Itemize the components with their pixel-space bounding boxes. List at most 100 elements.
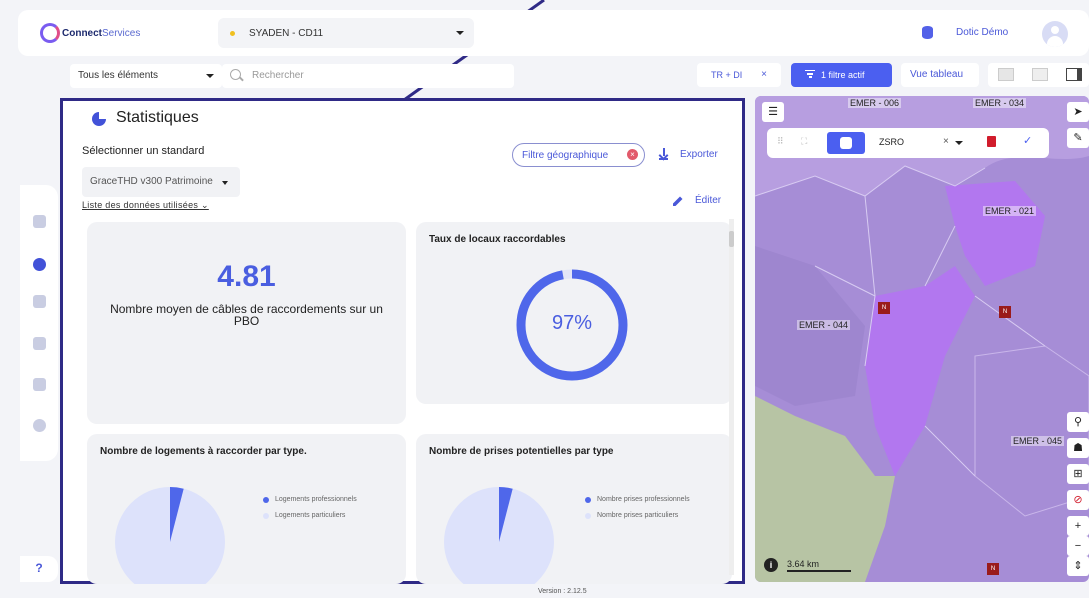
view-toggle[interactable]: [988, 63, 1089, 87]
list-icon[interactable]: ☰: [762, 102, 784, 122]
site-select[interactable]: SYADEN - CD11: [218, 18, 474, 48]
map-draw-toolbar: ⠿ ⛶ ZSRO × ✓: [767, 128, 1049, 158]
pen-icon[interactable]: ✎: [1067, 128, 1089, 148]
logo-text-light: Services: [102, 27, 141, 39]
polygon-tool-button[interactable]: [827, 132, 865, 154]
database-icon: [922, 26, 933, 39]
avatar[interactable]: [1042, 21, 1068, 47]
help-button[interactable]: ?: [20, 556, 58, 582]
search-input[interactable]: Rechercher: [222, 64, 514, 88]
legend-label: Nombre prises particuliers: [597, 512, 679, 519]
map-view[interactable]: EMER - 006 EMER - 034 EMER - 021 EMER - …: [755, 96, 1089, 582]
plugs-pie-chart: [444, 487, 554, 584]
map-zone-label: EMER - 021: [983, 206, 1037, 216]
search-placeholder: Rechercher: [252, 70, 304, 81]
filter-button-label: 1 filtre actif: [821, 70, 865, 80]
site-name: SYADEN - CD11: [249, 27, 324, 39]
legend-item: Nombre prises professionnels: [585, 496, 690, 503]
expand-icon[interactable]: ⛶: [801, 136, 807, 147]
table-view-button[interactable]: Vue tableau: [901, 63, 979, 87]
connectable-rate-card: Taux de locaux raccordables 97%: [416, 222, 732, 404]
chevron-down-icon: [206, 74, 214, 78]
housing-pie-chart: [115, 487, 225, 584]
statistics-panel: Statistiques Sélectionner un standard Gr…: [60, 98, 745, 584]
standard-select[interactable]: GraceTHD v300 Patrimoine: [82, 167, 240, 197]
zoom-in-icon[interactable]: +: [1067, 516, 1089, 536]
avg-cables-card: 4.81 Nombre moyen de câbles de raccordem…: [87, 222, 406, 424]
export-button[interactable]: Exporter: [680, 149, 718, 160]
layer-select-value[interactable]: ZSRO: [879, 137, 904, 147]
close-icon[interactable]: ×: [943, 136, 949, 147]
geo-filter-label: Filtre géographique: [522, 150, 609, 161]
chevron-down-icon: [456, 31, 464, 35]
avg-cables-value: 4.81: [217, 260, 276, 293]
legend-item: Nombre prises particuliers: [585, 512, 678, 519]
pencil-icon[interactable]: [672, 195, 684, 207]
scrollbar-thumb[interactable]: [729, 231, 734, 247]
drag-handle-icon[interactable]: ⠿: [777, 136, 784, 147]
person-icon[interactable]: ☗: [1067, 438, 1089, 458]
legend-label: Nombre prises professionnels: [597, 496, 690, 503]
visibility-off-icon[interactable]: ⊘: [1067, 490, 1089, 510]
layers-icon[interactable]: [33, 215, 46, 228]
filter-icon: [805, 70, 815, 79]
map-zone-label: EMER - 044: [797, 320, 851, 330]
legend-label: Logements particuliers: [275, 512, 346, 519]
data-list-link[interactable]: Liste des données utilisées ⌄: [82, 200, 209, 211]
node-marker[interactable]: N: [999, 306, 1011, 318]
app-version: Version : 2.12.5: [538, 588, 587, 595]
search-icon: [230, 69, 241, 80]
map-canvas[interactable]: [755, 96, 1089, 582]
magic-icon[interactable]: [33, 337, 46, 350]
logo-icon: [40, 23, 60, 43]
close-icon[interactable]: ×: [761, 69, 767, 80]
network-icon[interactable]: [33, 295, 46, 308]
trash-icon[interactable]: [987, 136, 996, 147]
check-icon[interactable]: ✓: [1023, 134, 1032, 147]
view-map-icon[interactable]: [1066, 68, 1082, 81]
legend-item: Logements particuliers: [263, 512, 345, 519]
housing-type-card: Nombre de logements à raccorder par type…: [87, 434, 406, 584]
ruler-icon[interactable]: ⚲: [1067, 412, 1089, 432]
stats-pie-icon[interactable]: [33, 258, 46, 271]
zoom-out-icon[interactable]: −: [1067, 536, 1089, 556]
view-split-icon[interactable]: [1032, 68, 1048, 81]
gear-icon[interactable]: [33, 419, 46, 432]
view-full-icon[interactable]: [998, 68, 1014, 81]
map-layers-icon[interactable]: ⊞: [1067, 464, 1089, 484]
app-logo[interactable]: Connect Services: [40, 23, 140, 43]
compass-icon[interactable]: ⇕: [1067, 556, 1089, 576]
elements-select-value: Tous les éléments: [78, 70, 159, 81]
left-rail: [20, 185, 58, 461]
filter-button[interactable]: 1 filtre actif: [791, 63, 892, 87]
map-zone-label: EMER - 045: [1011, 436, 1065, 446]
scrollbar-track[interactable]: [729, 219, 734, 575]
download-icon[interactable]: [659, 148, 668, 160]
potential-plugs-card: Nombre de prises potentielles par type N…: [416, 434, 732, 584]
pointer-icon[interactable]: ➤: [1067, 102, 1089, 122]
map-zone-label: EMER - 006: [848, 98, 902, 108]
geo-filter-chip[interactable]: Filtre géographique ×: [512, 143, 645, 167]
close-icon[interactable]: ×: [627, 149, 638, 160]
filter-chip[interactable]: TR + DI ×: [697, 63, 781, 87]
node-marker[interactable]: N: [987, 563, 999, 575]
chevron-down-icon[interactable]: [955, 141, 963, 145]
avg-cables-label: Nombre moyen de câbles de raccordements …: [110, 302, 383, 328]
elements-select[interactable]: Tous les éléments: [70, 64, 222, 88]
map-zone-label: EMER - 034: [973, 98, 1027, 108]
clipboard-icon[interactable]: [33, 378, 46, 391]
map-scale-label: 3.64 km: [787, 559, 820, 569]
user-name[interactable]: Dotic Démo: [956, 27, 1008, 38]
info-icon[interactable]: i: [764, 558, 778, 572]
panel-title: Statistiques: [116, 109, 199, 126]
connectable-rate-value: 97%: [551, 312, 593, 334]
map-scale-bar: [787, 570, 851, 572]
pie-chart-icon: [92, 112, 106, 126]
site-status-dot: [230, 30, 235, 36]
app-header: Connect Services SYADEN - CD11 Dotic Démo: [18, 10, 1089, 56]
legend-dot: [263, 513, 269, 519]
edit-button[interactable]: Éditer: [695, 195, 721, 206]
filter-chip-label: TR + DI: [711, 70, 743, 80]
node-marker[interactable]: N: [878, 302, 890, 314]
legend-dot: [585, 513, 591, 519]
